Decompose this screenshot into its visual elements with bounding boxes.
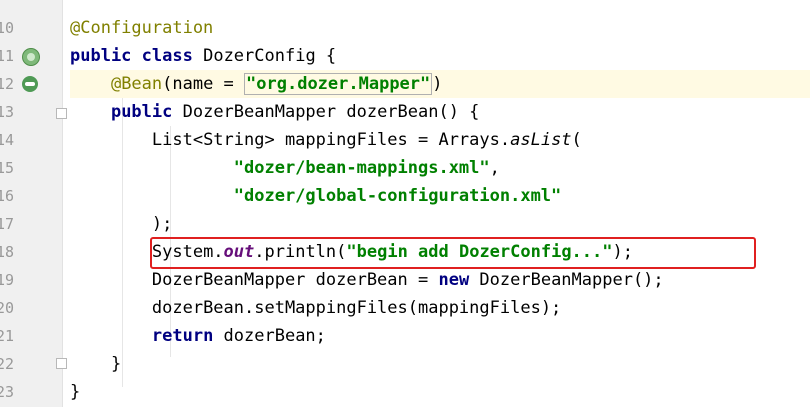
line-number-15: 15 [0, 159, 15, 177]
code-line-14: List<String> mappingFiles = Arrays.asLis… [151, 130, 582, 150]
line-number-20: 20 [0, 299, 15, 317]
fold-marker-icon[interactable] [56, 358, 67, 369]
code-line-12-current: @Bean(name = "org.dozer.Mapper") [70, 70, 810, 98]
line-number-18: 18 [0, 243, 15, 261]
highlight-box [150, 237, 756, 269]
line-number-17: 17 [0, 215, 15, 233]
code-line-10: @Configuration [70, 18, 214, 38]
code-line-19: DozerBeanMapper dozerBean = new DozerBea… [151, 270, 664, 290]
navigate-bean-icon[interactable] [22, 76, 38, 92]
line-number-14: 14 [0, 131, 15, 149]
code-line-23: } [70, 382, 81, 402]
line-number-13: 13 [0, 103, 15, 121]
line-number-23: 23 [0, 383, 15, 401]
code-editor[interactable]: @Configuration public class DozerConfig … [70, 0, 810, 407]
line-number-12: 12 [0, 70, 58, 98]
editor-gutter: 10 11 12 13 14 15 16 17 18 19 20 21 22 2… [0, 0, 67, 407]
code-line-16: "dozer/global-configuration.xml" [233, 186, 562, 206]
code-line-13: public DozerBeanMapper dozerBean() { [110, 102, 480, 122]
code-line-15: "dozer/bean-mappings.xml", [233, 158, 500, 178]
code-line-11: public class DozerConfig { [70, 46, 337, 66]
line-number-11: 11 [0, 42, 58, 70]
line-number-21: 21 [0, 327, 15, 345]
line-number-10: 10 [0, 19, 15, 37]
code-line-17: ); [151, 214, 173, 234]
line-number-16: 16 [0, 187, 15, 205]
line-number-19: 19 [0, 271, 15, 289]
code-line-20: dozerBean.setMappingFiles(mappingFiles); [151, 298, 562, 318]
code-line-22: } [110, 354, 122, 374]
bean-icon[interactable] [22, 48, 40, 66]
line-number-22: 22 [0, 355, 15, 373]
fold-marker-icon[interactable] [56, 108, 67, 119]
bean-name-string[interactable]: "org.dozer.Mapper" [244, 73, 433, 95]
code-line-21: return dozerBean; [151, 326, 326, 346]
